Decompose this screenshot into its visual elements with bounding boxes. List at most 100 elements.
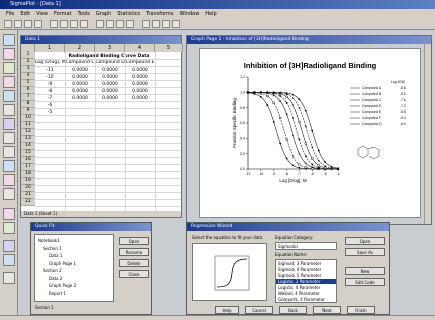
column-header-1[interactable]: 1: [35, 44, 65, 52]
table-cell[interactable]: 0.0000: [125, 89, 155, 94]
column-header-3[interactable]: 3: [95, 44, 125, 52]
table-cell[interactable]: -8: [35, 89, 65, 94]
equation-list-item[interactable]: Weibull, 4 Parameter: [276, 291, 336, 296]
equation-list-item[interactable]: Logistic, 3 Parameter: [276, 279, 336, 284]
dose-response-chart[interactable]: -11 -10 -9 -8 -7 -6 -5 -4 0.0 0.2 0.4 0.6 0.8 1.0 1.2 L…: [200, 49, 422, 219]
row-header[interactable]: 12: [21, 129, 35, 136]
menu-graph[interactable]: Graph: [96, 11, 111, 17]
text-icon[interactable]: [142, 20, 150, 28]
arrow-icon[interactable]: [162, 20, 170, 28]
row-header[interactable]: 1: [21, 52, 35, 59]
line-icon[interactable]: [152, 20, 160, 28]
line-plot-icon[interactable]: [3, 48, 15, 60]
table-cell[interactable]: 0.0000: [95, 82, 125, 87]
table-cell[interactable]: -11: [35, 68, 65, 73]
zoom-icon[interactable]: [116, 20, 124, 28]
menu-tools[interactable]: Tools: [78, 11, 90, 17]
line-scatter-plot-icon[interactable]: [3, 62, 15, 74]
equation-category-select[interactable]: Sigmoidal: [275, 242, 337, 250]
graph-wizard-icon[interactable]: [96, 20, 104, 28]
equation-list-item[interactable]: Sigmoid, 3 Parameter: [276, 261, 336, 266]
help-button[interactable]: Help: [215, 306, 239, 314]
table-cell[interactable]: 0.0000: [125, 96, 155, 101]
save-icon[interactable]: [24, 20, 32, 28]
table-cell[interactable]: -5: [35, 110, 65, 115]
table-cell[interactable]: -9: [35, 82, 65, 87]
table-cell[interactable]: 0.0000: [125, 68, 155, 73]
row-header[interactable]: 14: [21, 143, 35, 150]
tree-item[interactable]: Data 1: [49, 253, 62, 258]
row-header[interactable]: 16: [21, 157, 35, 164]
table-cell[interactable]: 0.0000: [95, 68, 125, 73]
row-header[interactable]: 18: [21, 171, 35, 178]
bar-chart-icon[interactable]: [3, 104, 15, 116]
menu-file[interactable]: File: [6, 11, 14, 17]
table-cell[interactable]: -10: [35, 75, 65, 80]
row-header[interactable]: 19: [21, 178, 35, 185]
tree-item[interactable]: Notebook1: [38, 238, 60, 243]
tree-item[interactable]: Report 1: [49, 291, 66, 296]
select-icon[interactable]: [126, 20, 134, 28]
row-header[interactable]: 3: [21, 66, 35, 73]
print-icon[interactable]: [34, 20, 42, 28]
menu-format[interactable]: Format: [54, 11, 72, 17]
row-header[interactable]: 7: [21, 94, 35, 101]
radar-plot-icon[interactable]: [3, 240, 15, 252]
graph-vertical-scrollbar[interactable]: [424, 44, 431, 224]
row-header[interactable]: 10: [21, 115, 35, 122]
undo-icon[interactable]: [80, 20, 88, 28]
cut-icon[interactable]: [50, 20, 58, 28]
dot-plot-icon[interactable]: [3, 272, 15, 284]
row-header[interactable]: 17: [21, 164, 35, 171]
menu-view[interactable]: View: [36, 11, 48, 17]
menu-help[interactable]: Help: [205, 11, 216, 17]
table-cell[interactable]: 0.0000: [95, 75, 125, 80]
row-header[interactable]: 15: [21, 150, 35, 157]
pie-chart-icon[interactable]: [3, 146, 15, 158]
back-button[interactable]: Back: [279, 306, 307, 314]
table-cell[interactable]: 0.0000: [65, 96, 95, 101]
equation-list-item[interactable]: Sigmoid, 4 Parameter: [276, 267, 336, 272]
paste-icon[interactable]: [70, 20, 78, 28]
open-button[interactable]: Open: [119, 237, 149, 245]
table-cell[interactable]: 0.0000: [65, 68, 95, 73]
stacked-bar-icon[interactable]: [3, 118, 15, 130]
table-cell[interactable]: 0.0000: [65, 82, 95, 87]
equation-list-item[interactable]: Logistic, 4 Parameter: [276, 285, 336, 290]
open-equation-button[interactable]: Open: [345, 237, 385, 245]
box-icon[interactable]: [172, 20, 180, 28]
tree-item[interactable]: Section 1: [43, 246, 62, 251]
column-header-5[interactable]: 5: [155, 44, 183, 52]
menu-statistics[interactable]: Statistics: [117, 11, 140, 17]
tree-item[interactable]: Data 2: [49, 276, 62, 281]
new-icon[interactable]: [4, 20, 12, 28]
table-cell[interactable]: -6: [35, 103, 65, 108]
table-cell[interactable]: 0.0000: [125, 75, 155, 80]
rename-button[interactable]: Rename: [119, 248, 149, 256]
equation-name-list[interactable]: Sigmoid, 3 Parameter Sigmoid, 4 Parameter…: [275, 259, 337, 303]
menu-transforms[interactable]: Transforms: [146, 11, 173, 17]
polar-plot-icon[interactable]: [3, 90, 15, 102]
row-header[interactable]: 2: [21, 59, 35, 66]
vector-plot-icon[interactable]: [3, 222, 15, 234]
contour-plot-icon[interactable]: [3, 160, 15, 172]
tree-item[interactable]: Graph Page 2: [49, 283, 76, 288]
box-plot-icon[interactable]: [3, 132, 15, 144]
column-header-2[interactable]: 2: [65, 44, 95, 52]
save-as-button[interactable]: Save As: [345, 248, 385, 256]
row-header[interactable]: 6: [21, 87, 35, 94]
row-header[interactable]: 13: [21, 136, 35, 143]
table-cell[interactable]: 0.0000: [125, 82, 155, 87]
cancel-button[interactable]: Cancel: [245, 306, 273, 314]
row-header[interactable]: 5: [21, 80, 35, 87]
edit-code-button[interactable]: Edit Code: [345, 278, 385, 286]
close-button[interactable]: Close: [119, 270, 149, 278]
3d-scatter-icon[interactable]: [3, 174, 15, 186]
row-header[interactable]: 11: [21, 122, 35, 129]
notebook-tree[interactable]: Notebook1 Section 1 Data 1 Graph Page 1 Sect…: [34, 234, 114, 302]
equation-list-item[interactable]: Gompertz, 4 Parameter: [276, 297, 336, 302]
menu-edit[interactable]: Edit: [20, 11, 30, 17]
forest-plot-icon[interactable]: [3, 254, 15, 266]
scatter-plot-icon[interactable]: [3, 34, 15, 46]
row-header[interactable]: 4: [21, 73, 35, 80]
